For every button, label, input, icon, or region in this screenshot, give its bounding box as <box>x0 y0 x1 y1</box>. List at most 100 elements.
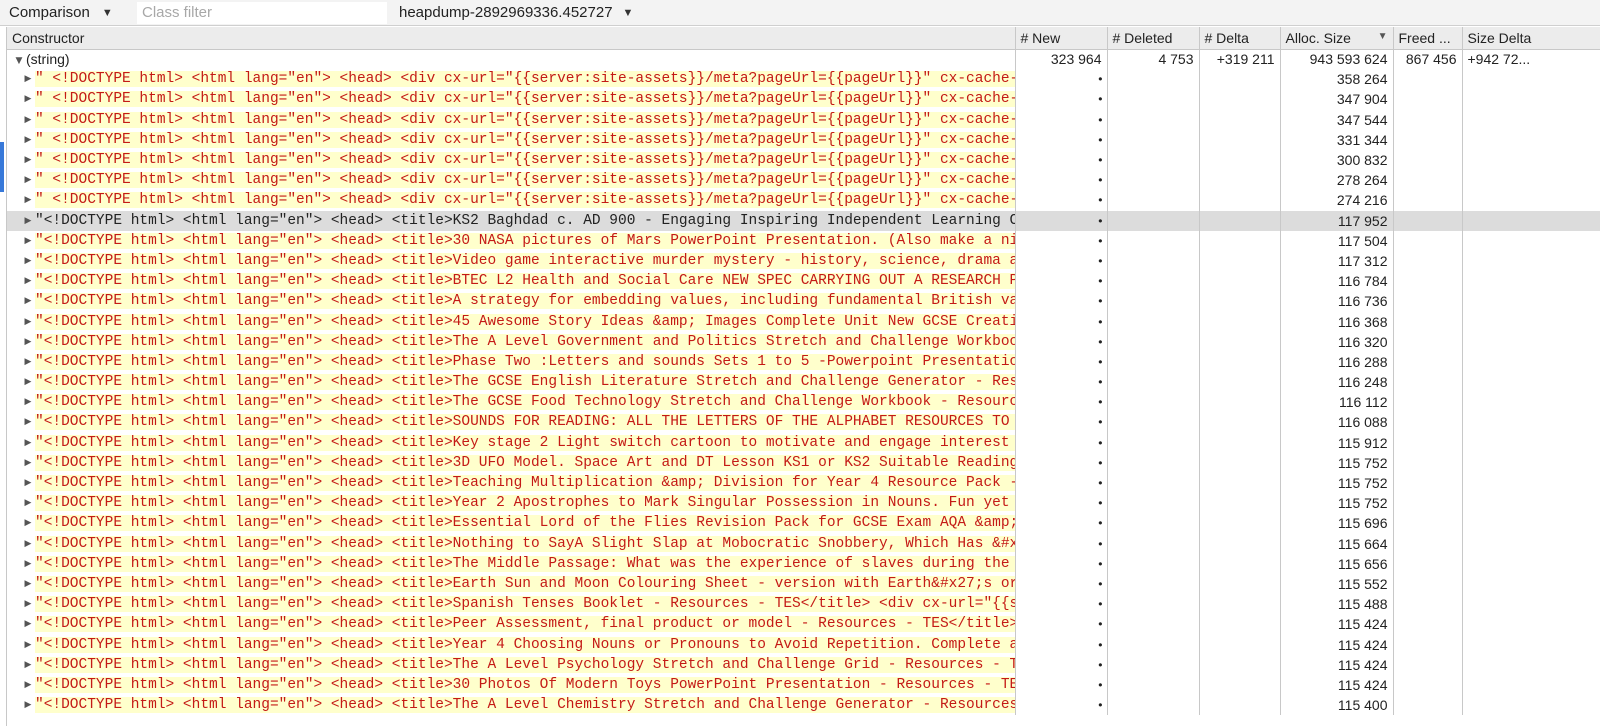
expanded-triangle-icon[interactable]: ▼ <box>12 56 26 66</box>
collapsed-triangle-icon[interactable]: ▶ <box>21 640 35 650</box>
collapsed-triangle-icon[interactable]: ▶ <box>21 155 35 165</box>
new-count-cell: • <box>1015 149 1108 171</box>
collapsed-triangle-icon[interactable]: ▶ <box>21 559 35 569</box>
table-row-parent[interactable]: ▼ (string) 323 964 4 753 +319 211 943 593… <box>7 49 1600 70</box>
constructor-cell: ▶ "<!DOCTYPE html> <html lang="en"> <head… <box>7 392 1016 413</box>
table-row[interactable]: ▶ " <!DOCTYPE html> <html lang="en"> <hea… <box>7 170 1600 191</box>
table-row[interactable]: ▶ "<!DOCTYPE html> <html lang="en"> <head… <box>7 634 1600 655</box>
collapsed-triangle-icon[interactable]: ▶ <box>21 357 35 367</box>
collapsed-triangle-icon[interactable]: ▶ <box>21 296 35 306</box>
collapsed-triangle-icon[interactable]: ▶ <box>21 236 35 246</box>
column-header-alloc-size[interactable]: Alloc. Size <box>1280 27 1394 50</box>
delta-count-cell <box>1199 69 1281 90</box>
collapsed-triangle-icon[interactable]: ▶ <box>21 337 35 347</box>
snapshot-select[interactable]: heapdump-2892969336.452727 ▼ <box>399 4 633 21</box>
class-filter-input[interactable] <box>137 1 387 24</box>
table-row[interactable]: ▶ "<!DOCTYPE html> <html lang="en"> <head… <box>7 291 1600 312</box>
table-row[interactable]: ▶ " <!DOCTYPE html> <html lang="en"> <hea… <box>7 69 1600 90</box>
column-header-constructor[interactable]: Constructor <box>7 27 1016 50</box>
table-row[interactable]: ▶ "<!DOCTYPE html> <html lang="en"> <head… <box>7 513 1600 534</box>
collapsed-triangle-icon[interactable]: ▶ <box>21 518 35 528</box>
collapsed-triangle-icon[interactable]: ▶ <box>21 458 35 468</box>
collapsed-triangle-icon[interactable]: ▶ <box>21 599 35 609</box>
size-delta-cell <box>1462 432 1600 453</box>
table-row[interactable]: ▶ "<!DOCTYPE html> <html lang="en"> <head… <box>7 493 1600 514</box>
table-row[interactable]: ▶ "<!DOCTYPE html> <html lang="en"> <head… <box>7 695 1600 716</box>
collapsed-triangle-icon[interactable]: ▶ <box>21 539 35 549</box>
table-row[interactable]: ▶ "<!DOCTYPE html> <html lang="en"> <head… <box>7 230 1600 251</box>
alloc-size-cell: 115 424 <box>1280 654 1394 675</box>
view-mode-select[interactable]: Comparison ▼ <box>0 0 132 26</box>
collapsed-triangle-icon[interactable]: ▶ <box>21 660 35 670</box>
table-row[interactable]: ▶ " <!DOCTYPE html> <html lang="en"> <hea… <box>7 89 1600 110</box>
new-count-cell: • <box>1015 553 1108 574</box>
alloc-size-cell: 115 552 <box>1280 573 1394 595</box>
collapsed-triangle-icon[interactable]: ▶ <box>21 317 35 327</box>
collapsed-triangle-icon[interactable]: ▶ <box>21 498 35 508</box>
table-row[interactable]: ▶ "<!DOCTYPE html> <html lang="en"> <head… <box>7 432 1600 453</box>
collapsed-triangle-icon[interactable]: ▶ <box>21 175 35 185</box>
table-row[interactable]: ▶ " <!DOCTYPE html> <html lang="en"> <hea… <box>7 109 1600 130</box>
constructor-cell: ▶ "<!DOCTYPE html> <html lang="en"> <head… <box>7 230 1016 251</box>
table-row[interactable]: ▶ "<!DOCTYPE html> <html lang="en"> <head… <box>7 654 1600 675</box>
alloc-size-cell: 115 696 <box>1280 513 1394 534</box>
table-row[interactable]: ▶ "<!DOCTYPE html> <html lang="en"> <head… <box>7 412 1600 433</box>
collapsed-triangle-icon[interactable]: ▶ <box>21 579 35 589</box>
column-header-freed[interactable]: Freed ... <box>1393 27 1463 50</box>
table-row[interactable]: ▶ " <!DOCTYPE html> <html lang="en"> <hea… <box>7 149 1600 171</box>
constructor-cell: ▶ "<!DOCTYPE html> <html lang="en"> <head… <box>7 533 1016 554</box>
collapsed-triangle-icon[interactable]: ▶ <box>21 700 35 710</box>
collapsed-triangle-icon[interactable]: ▶ <box>21 438 35 448</box>
collapsed-triangle-icon[interactable]: ▶ <box>21 256 35 266</box>
collapsed-triangle-icon[interactable]: ▶ <box>21 619 35 629</box>
table-row[interactable]: ▶ "<!DOCTYPE html> <html lang="en"> <head… <box>7 311 1600 332</box>
table-row[interactable]: ▶ "<!DOCTYPE html> <html lang="en"> <head… <box>7 271 1600 292</box>
column-header-new[interactable]: # New <box>1015 27 1108 50</box>
table-row[interactable]: ▶ "<!DOCTYPE html> <html lang="en"> <head… <box>7 250 1600 272</box>
table-row[interactable]: ▶ "<!DOCTYPE html> <html lang="en"> <head… <box>7 452 1600 473</box>
alloc-size-cell: 117 504 <box>1280 230 1394 251</box>
deleted-count-cell <box>1107 89 1200 110</box>
table-row[interactable]: ▶ " <!DOCTYPE html> <html lang="en"> <hea… <box>7 190 1600 211</box>
freed-size-cell <box>1393 271 1463 292</box>
table-row[interactable]: ▶ "<!DOCTYPE html> <html lang="en"> <head… <box>7 472 1600 494</box>
collapsed-triangle-icon[interactable]: ▶ <box>21 195 35 205</box>
table-row[interactable]: ▶ "<!DOCTYPE html> <html lang="en"> <head… <box>7 674 1600 695</box>
collapsed-triangle-icon[interactable]: ▶ <box>21 377 35 387</box>
table-row[interactable]: ▶ "<!DOCTYPE html> <html lang="en"> <head… <box>7 210 1600 231</box>
collapsed-triangle-icon[interactable]: ▶ <box>21 115 35 125</box>
collapsed-triangle-icon[interactable]: ▶ <box>21 94 35 104</box>
collapsed-triangle-icon[interactable]: ▶ <box>21 417 35 427</box>
size-delta-cell <box>1462 594 1600 615</box>
column-header-deleted[interactable]: # Deleted <box>1107 27 1200 50</box>
collapsed-triangle-icon[interactable]: ▶ <box>21 135 35 145</box>
table-row[interactable]: ▶ "<!DOCTYPE html> <html lang="en"> <head… <box>7 573 1600 595</box>
table-row[interactable]: ▶ "<!DOCTYPE html> <html lang="en"> <head… <box>7 331 1600 352</box>
column-header-size-delta[interactable]: Size Delta <box>1462 27 1600 50</box>
table-row[interactable]: ▶ "<!DOCTYPE html> <html lang="en"> <head… <box>7 614 1600 635</box>
size-delta-cell <box>1462 372 1600 393</box>
table-row[interactable]: ▶ "<!DOCTYPE html> <html lang="en"> <head… <box>7 392 1600 413</box>
dropdown-arrow-icon: ▼ <box>622 6 634 19</box>
delta-count-cell <box>1199 472 1281 494</box>
collapsed-triangle-icon[interactable]: ▶ <box>21 216 35 226</box>
freed-size-cell <box>1393 452 1463 473</box>
constructor-cell: ▶ "<!DOCTYPE html> <html lang="en"> <head… <box>7 210 1016 231</box>
delta-count-cell <box>1199 493 1281 514</box>
collapsed-triangle-icon[interactable]: ▶ <box>21 478 35 488</box>
table-row[interactable]: ▶ "<!DOCTYPE html> <html lang="en"> <head… <box>7 372 1600 393</box>
column-header-delta[interactable]: # Delta <box>1199 27 1281 50</box>
new-count-cell: • <box>1015 170 1108 191</box>
table-row[interactable]: ▶ "<!DOCTYPE html> <html lang="en"> <head… <box>7 594 1600 615</box>
string-value: "<!DOCTYPE html> <html lang="en"> <head>… <box>35 616 1014 633</box>
table-row[interactable]: ▶ "<!DOCTYPE html> <html lang="en"> <head… <box>7 533 1600 554</box>
deleted-count-cell <box>1107 210 1200 231</box>
freed-size-cell <box>1393 89 1463 110</box>
collapsed-triangle-icon[interactable]: ▶ <box>21 74 35 84</box>
collapsed-triangle-icon[interactable]: ▶ <box>21 276 35 286</box>
collapsed-triangle-icon[interactable]: ▶ <box>21 397 35 407</box>
table-row[interactable]: ▶ " <!DOCTYPE html> <html lang="en"> <hea… <box>7 129 1600 150</box>
table-row[interactable]: ▶ "<!DOCTYPE html> <html lang="en"> <head… <box>7 351 1600 372</box>
collapsed-triangle-icon[interactable]: ▶ <box>21 680 35 690</box>
table-row[interactable]: ▶ "<!DOCTYPE html> <html lang="en"> <head… <box>7 553 1600 574</box>
